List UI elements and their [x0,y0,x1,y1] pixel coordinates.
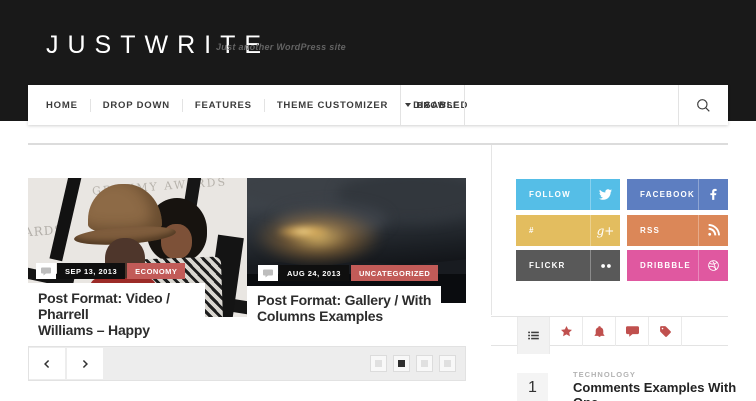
twitter-icon [599,188,612,201]
popular-post-category[interactable]: TECHNOLOGY [573,370,636,379]
post-category[interactable]: ECONOMY [127,263,185,279]
popular-post-rank: 1 [517,373,548,401]
list-icon [527,329,540,342]
post-title-line: Williams – Happy [38,322,205,338]
site-tagline: Just another WordPress site [216,42,346,52]
post-title-line: Post Format: Video / Pharrell [38,290,205,322]
tag-icon [659,325,672,338]
main-navbar: HOME DROP DOWN FEATURES THEME CUSTOMIZER… [28,85,728,125]
social-label: DRIBBBLE [627,261,698,270]
post-title-line: Post Format: Gallery / With [257,292,441,308]
browse-dropdown[interactable]: BROWSE [400,85,465,125]
comment-icon [263,269,273,278]
social-label: FLICKR [516,261,590,270]
page-dot[interactable] [417,356,432,371]
social-button-dribbble[interactable]: DRIBBBLE [627,250,728,281]
comments-link[interactable] [36,263,56,279]
post-date: AUG 24, 2013 [279,265,349,281]
browse-label: BROWSE [416,100,459,110]
tab-recent-posts[interactable] [517,317,550,354]
post-date: SEP 13, 2013 [57,263,125,279]
post-title-line: Columns Examples [257,308,441,324]
comments-link[interactable] [258,265,278,281]
dribbble-icon [707,259,720,272]
tab-popular-posts[interactable] [550,317,583,346]
social-button-google-plus[interactable]: # g+ [516,215,620,246]
post-title-link[interactable]: Post Format: Gallery / With Columns Exam… [257,292,441,324]
social-button-rss[interactable]: RSS [627,215,728,246]
social-label: # [516,226,590,235]
rss-icon [707,224,720,237]
social-button-facebook[interactable]: FACEBOOK [627,179,728,210]
chevron-right-icon [78,357,92,371]
nav-item-features[interactable]: FEATURES [183,100,264,111]
post-meta: SEP 13, 2013 ECONOMY [36,263,185,279]
backdrop-frame [49,178,83,261]
flickr-icon [599,259,613,273]
social-button-flickr[interactable]: FLICKR [516,250,620,281]
caret-down-icon [405,103,411,107]
page-dot[interactable] [371,356,386,371]
sidebar-tabs [491,316,728,346]
chevron-left-icon [40,357,54,371]
prev-page-button[interactable] [29,348,65,379]
bell-icon [593,325,606,338]
comment-icon [626,325,639,338]
social-label: RSS [627,226,698,235]
popular-post-title[interactable]: Comments Examples With One [573,380,756,401]
google-plus-icon: g+ [597,224,615,238]
tab-notifications[interactable] [583,317,616,346]
page-dot[interactable] [440,356,455,371]
tab-comments[interactable] [616,317,649,346]
comment-icon [41,267,51,276]
nav-item-home[interactable]: HOME [34,100,90,111]
facebook-icon [707,188,720,201]
pagination-bar [28,346,466,381]
social-label: FACEBOOK [627,190,698,199]
nav-item-theme-customizer[interactable]: THEME CUSTOMIZER [265,100,400,111]
page-dots [371,356,455,371]
tab-tags[interactable] [649,317,682,346]
page-dot-active[interactable] [394,356,409,371]
nav-item-drop-down[interactable]: DROP DOWN [91,100,182,111]
next-page-button[interactable] [67,348,103,379]
post-title-link[interactable]: Post Format: Video / Pharrell Williams –… [38,290,205,338]
star-icon [560,325,573,338]
post-thumbnail-seascape[interactable] [247,178,466,303]
social-label: FOLLOW [516,190,590,199]
post-title-plate: Post Format: Gallery / With Columns Exam… [247,286,441,330]
sunset-glow-core [275,224,331,239]
post-meta: AUG 24, 2013 UNCATEGORIZED [258,265,438,281]
content-top-divider [28,143,728,145]
search-button[interactable] [678,85,728,125]
post-category[interactable]: UNCATEGORIZED [351,265,438,281]
sidebar-divider [491,145,492,315]
search-icon [695,97,712,114]
page: JUSTWRITE Just another WordPress site HO… [0,0,756,401]
post-title-plate: Post Format: Video / Pharrell Williams –… [28,283,205,333]
social-button-twitter[interactable]: FOLLOW [516,179,620,210]
